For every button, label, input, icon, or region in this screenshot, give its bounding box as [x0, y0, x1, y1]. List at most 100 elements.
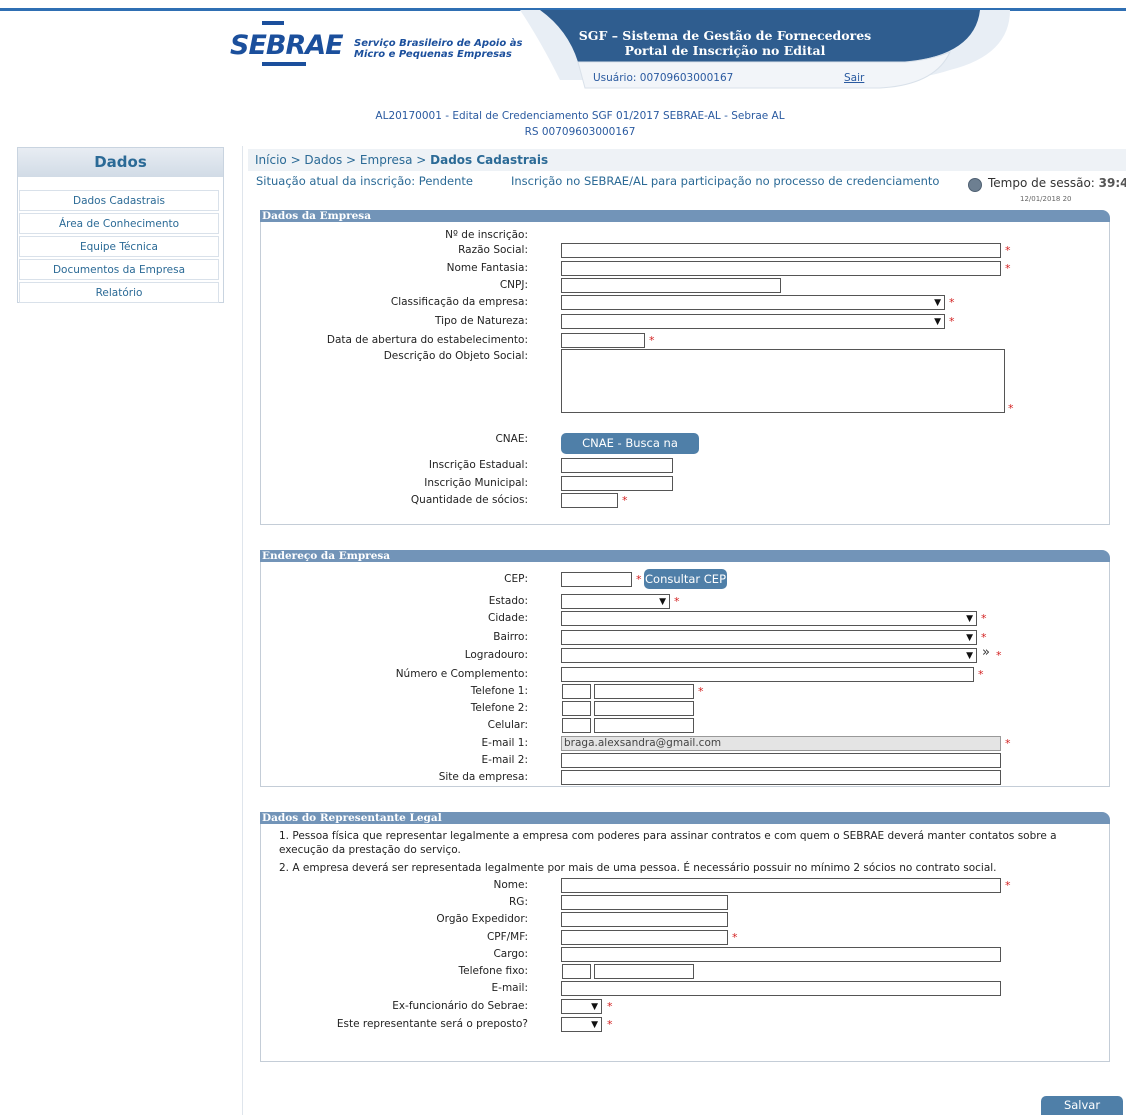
- numero-label: Número e Complemento:: [395, 668, 528, 680]
- logradouro-select[interactable]: ▼: [561, 648, 977, 663]
- required-mark: *: [996, 649, 1002, 662]
- email2-input[interactable]: [561, 753, 1001, 768]
- rep-orgao-input[interactable]: [561, 912, 728, 927]
- rep-email-label: E-mail:: [491, 982, 528, 994]
- logo-bar-top: [262, 21, 284, 25]
- telefone1-number-input[interactable]: [594, 684, 694, 699]
- chevron-down-icon: ▼: [591, 1020, 598, 1030]
- content-divider: [242, 146, 243, 1115]
- cnae-label: CNAE:: [495, 433, 528, 445]
- endereco-section-title: Endereço da Empresa: [260, 550, 1110, 562]
- required-mark: *: [607, 1018, 613, 1031]
- rep-ex-funcionario-select[interactable]: ▼: [561, 999, 602, 1014]
- rep-telefone-number-input[interactable]: [594, 964, 694, 979]
- required-mark: *: [636, 573, 642, 586]
- site-input[interactable]: [561, 770, 1001, 785]
- insc-estadual-label: Inscrição Estadual:: [428, 459, 528, 471]
- rep-rg-input[interactable]: [561, 895, 728, 910]
- rep-telefone-label: Telefone fixo:: [458, 965, 528, 977]
- sidebar-item-dados-cadastrais[interactable]: Dados Cadastrais: [19, 190, 219, 211]
- required-mark: *: [1005, 737, 1011, 750]
- save-button[interactable]: Salvar: [1041, 1096, 1123, 1115]
- rep-ex-funcionario-label: Ex-funcionário do Sebrae:: [392, 1000, 528, 1012]
- session-timer: Tempo de sessão: 39:46: [988, 176, 1126, 190]
- required-mark: *: [1008, 402, 1014, 415]
- estado-label: Estado:: [488, 595, 528, 607]
- session-timer-value: 39:46: [1098, 176, 1126, 190]
- cidade-select[interactable]: ▼: [561, 611, 977, 626]
- required-mark: *: [607, 1000, 613, 1013]
- required-mark: *: [622, 494, 628, 507]
- sebrae-logo: SEBRAE: [230, 30, 344, 61]
- descricao-textarea[interactable]: [561, 349, 1005, 413]
- telefone1-ddd-input[interactable]: [562, 684, 591, 699]
- rep-preposto-label: Este representante será o preposto?: [336, 1018, 528, 1030]
- telefone2-number-input[interactable]: [594, 701, 694, 716]
- expand-icon[interactable]: »: [982, 645, 990, 660]
- celular-number-input[interactable]: [594, 718, 694, 733]
- required-mark: *: [1005, 244, 1011, 257]
- sidebar-item-relatorio[interactable]: Relatório: [19, 282, 219, 303]
- rep-email-input[interactable]: [561, 981, 1001, 996]
- required-mark: *: [949, 296, 955, 309]
- razao-social-label: Razão Social:: [458, 244, 528, 256]
- razao-social-input[interactable]: [561, 243, 1001, 258]
- site-label: Site da empresa:: [438, 771, 528, 783]
- rep-cpf-input[interactable]: [561, 930, 728, 945]
- celular-ddd-input[interactable]: [562, 718, 591, 733]
- chevron-down-icon: ▼: [966, 633, 973, 643]
- rep-nome-input[interactable]: [561, 878, 1001, 893]
- insc-municipal-input[interactable]: [561, 476, 673, 491]
- chevron-down-icon: ▼: [966, 651, 973, 661]
- classificacao-select[interactable]: ▼: [561, 295, 945, 310]
- nome-fantasia-label: Nome Fantasia:: [446, 262, 528, 274]
- numero-input[interactable]: [561, 667, 974, 682]
- representante-note-1: 1. Pessoa física que representar legalme…: [279, 830, 1057, 856]
- cidade-label: Cidade:: [487, 612, 528, 624]
- estado-select[interactable]: ▼: [561, 594, 670, 609]
- telefone2-label: Telefone 2:: [470, 702, 528, 714]
- cnpj-input[interactable]: [561, 278, 781, 293]
- rep-nome-label: Nome:: [493, 879, 528, 891]
- rep-telefone-ddd-input[interactable]: [562, 964, 591, 979]
- system-title: SGF – Sistema de Gestão de Fornecedores …: [578, 28, 872, 58]
- email1-input[interactable]: braga.alexsandra@gmail.com: [561, 736, 1001, 751]
- representante-section-title: Dados do Representante Legal: [260, 812, 1110, 824]
- situacao-status: Situação atual da inscrição: Pendente: [256, 174, 473, 188]
- cep-input[interactable]: [561, 572, 632, 587]
- required-mark: *: [981, 612, 987, 625]
- chevron-down-icon: ▼: [659, 597, 666, 607]
- data-abertura-input[interactable]: [561, 333, 645, 348]
- user-label: Usuário: 00709603000167: [593, 72, 734, 84]
- clock-icon: [968, 178, 982, 192]
- required-mark: *: [978, 668, 984, 681]
- bairro-select[interactable]: ▼: [561, 630, 977, 645]
- chevron-down-icon: ▼: [934, 317, 941, 327]
- rep-rg-label: RG:: [509, 896, 528, 908]
- logradouro-label: Logradouro:: [464, 649, 528, 661]
- required-mark: *: [949, 315, 955, 328]
- representante-note-2: 2. A empresa deverá ser representada leg…: [279, 862, 997, 874]
- rep-preposto-select[interactable]: ▼: [561, 1017, 602, 1032]
- breadcrumb-path[interactable]: Início > Dados > Empresa >: [255, 153, 430, 167]
- natureza-select[interactable]: ▼: [561, 314, 945, 329]
- breadcrumb: Início > Dados > Empresa > Dados Cadastr…: [255, 153, 548, 167]
- telefone2-ddd-input[interactable]: [562, 701, 591, 716]
- sidebar-item-documentos[interactable]: Documentos da Empresa: [19, 259, 219, 280]
- rep-cargo-input[interactable]: [561, 947, 1001, 962]
- required-mark: *: [649, 334, 655, 347]
- insc-municipal-label: Inscrição Municipal:: [424, 477, 528, 489]
- qtd-socios-input[interactable]: [561, 493, 618, 508]
- consultar-cep-button[interactable]: Consultar CEP: [644, 569, 727, 589]
- nome-fantasia-input[interactable]: [561, 261, 1001, 276]
- insc-estadual-input[interactable]: [561, 458, 673, 473]
- sidebar-title: Dados: [18, 148, 223, 177]
- classificacao-label: Classificação da empresa:: [390, 296, 528, 308]
- inscricao-info: Inscrição no SEBRAE/AL para participação…: [511, 174, 940, 188]
- rep-orgao-label: Orgão Expedidor:: [436, 913, 528, 925]
- sidebar-item-equipe-tecnica[interactable]: Equipe Técnica: [19, 236, 219, 257]
- sidebar-item-area-conhecimento[interactable]: Área de Conhecimento: [19, 213, 219, 234]
- cnae-search-button[interactable]: CNAE - Busca na Receita: [561, 433, 699, 471]
- cep-label: CEP:: [504, 573, 528, 585]
- logout-link[interactable]: Sair: [844, 72, 864, 84]
